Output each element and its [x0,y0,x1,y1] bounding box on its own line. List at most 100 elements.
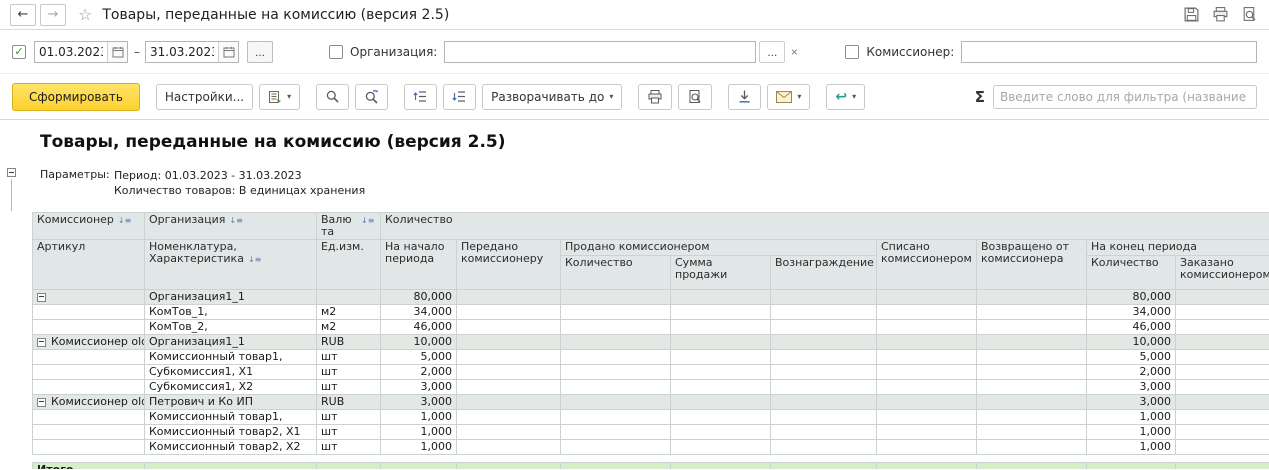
cell-transferred[interactable] [456,439,561,455]
expand-groups-button[interactable] [443,83,477,110]
cell-komissioner[interactable] [32,349,145,365]
cell-begin[interactable]: 1,000 [380,439,457,455]
cell-begin[interactable]: 1,000 [380,424,457,440]
cell-name[interactable]: Организация1_1 [144,289,317,305]
cell-writeoff[interactable] [876,439,977,455]
cell-sold_qty[interactable] [560,349,671,365]
cell-komissioner[interactable] [32,424,145,440]
cell-empty[interactable] [1086,462,1176,469]
report-variants-button[interactable]: ▾ [259,83,301,110]
cell-begin[interactable]: 3,000 [380,394,457,410]
cell-unit[interactable] [316,289,381,305]
cell-end_ordered[interactable] [1174,334,1269,350]
cell-sold_fee[interactable] [770,289,877,305]
col-header-sold-fee[interactable]: Вознаграждение [770,255,877,290]
cell-sold_sum[interactable] [670,379,771,395]
col-header-transferred[interactable]: Передано комиссионеру [456,239,561,290]
cell-transferred[interactable] [456,424,561,440]
cell-transferred[interactable] [456,289,561,305]
cell-writeoff[interactable] [876,304,977,320]
cell-unit[interactable]: шт [316,349,381,365]
cell-sold_qty[interactable] [560,289,671,305]
cell-writeoff[interactable] [876,289,977,305]
col-header-end-qty[interactable]: Количество [1086,255,1176,290]
col-header-returned[interactable]: Возвращено от комиссионера [976,239,1087,290]
cell-returned[interactable] [976,349,1087,365]
cell-returned[interactable] [976,424,1087,440]
cell-sold_sum[interactable] [670,334,771,350]
cell-begin[interactable]: 2,000 [380,364,457,380]
cell-name[interactable]: Петрович и Ко ИП [144,394,317,410]
expand-to-button[interactable]: Разворачивать до ▾ [482,83,623,110]
cell-end[interactable]: 3,000 [1086,394,1176,410]
cell-end_ordered[interactable] [1174,364,1269,380]
cell-name[interactable]: Комиссионный товар2, Х2 [144,439,317,455]
date-from-calendar-button[interactable] [107,41,127,62]
organization-select-button[interactable]: ... [759,40,786,63]
quick-filter-input[interactable] [993,84,1257,109]
cell-returned[interactable] [976,319,1087,335]
cell-writeoff[interactable] [876,349,977,365]
cell-end[interactable]: 5,000 [1086,349,1176,365]
cell-transferred[interactable] [456,379,561,395]
cell-komissioner[interactable] [32,439,145,455]
cell-returned[interactable] [976,304,1087,320]
cell-sold_sum[interactable] [670,319,771,335]
cell-transferred[interactable] [456,364,561,380]
cell-name[interactable]: КомТов_2, [144,319,317,335]
cell-sold_qty[interactable] [560,304,671,320]
cell-end[interactable]: 34,000 [1086,304,1176,320]
generate-button[interactable]: Сформировать [12,82,140,111]
share-link-button[interactable]: ↩ ▾ [826,83,866,110]
cell-name[interactable]: Комиссионный товар1, [144,349,317,365]
cell-returned[interactable] [976,379,1087,395]
cell-end[interactable]: 1,000 [1086,409,1176,425]
cell-sold_qty[interactable] [560,364,671,380]
col-header-organization[interactable]: Организация ↓≡ [144,212,317,240]
cell-sold_fee[interactable] [770,304,877,320]
item-row[interactable]: Комиссионный товар1, шт 5,000 5,000 [32,349,1269,365]
agent-checkbox[interactable] [845,44,860,59]
collapse-group-icon[interactable] [37,397,46,407]
cell-sold_qty[interactable] [560,334,671,350]
cell-name[interactable]: Субкомиссия1, Х2 [144,379,317,395]
cell-name[interactable]: КомТов_1, [144,304,317,320]
cell-sold_fee[interactable] [770,319,877,335]
cell-end_ordered[interactable] [1174,349,1269,365]
cell-end_ordered[interactable] [1174,289,1269,305]
cell-name[interactable]: Организация1_1 [144,334,317,350]
cell-sold_qty[interactable] [560,439,671,455]
forward-button[interactable]: → [40,3,66,26]
cell-begin[interactable]: 34,000 [380,304,457,320]
cell-empty[interactable] [770,462,877,469]
organization-input[interactable] [444,40,757,63]
cell-transferred[interactable] [456,409,561,425]
cell-sold_qty[interactable] [560,379,671,395]
item-row[interactable]: КомТов_1, м2 34,000 34,000 [32,304,1269,320]
cell-empty[interactable] [976,462,1087,469]
cell-komissioner[interactable] [32,319,145,335]
group-row[interactable]: Комиссионер old Организация1_1 RUB 10,000 10… [32,334,1269,350]
report-collapse-icon[interactable] [7,168,16,177]
cell-sold_qty[interactable] [560,394,671,410]
cell-empty[interactable] [670,462,771,469]
print-button[interactable] [638,83,673,110]
back-button[interactable]: ← [10,3,36,26]
item-row[interactable]: Комиссионный товар1, шт 1,000 1,000 [32,409,1269,425]
group-row[interactable]: Организация1_1 80,000 80,000 [32,289,1269,305]
cell-returned[interactable] [976,334,1087,350]
cell-empty[interactable] [316,462,381,469]
col-header-nomenclature[interactable]: Номенклатура, Характеристика ↓≡ [144,239,317,290]
cell-komissioner[interactable]: Комиссионер old [32,394,145,410]
cell-unit[interactable]: м2 [316,319,381,335]
organization-checkbox[interactable] [329,44,343,59]
cell-end_ordered[interactable] [1174,439,1269,455]
date-to-input[interactable] [146,41,218,62]
col-header-begin[interactable]: На начало периода [380,239,457,290]
item-row[interactable]: Субкомиссия1, Х1 шт 2,000 2,000 [32,364,1269,380]
col-header-end-group[interactable]: На конец периода [1085,239,1269,256]
col-header-sold-sum[interactable]: Сумма продажи [670,255,771,290]
cell-sold_sum[interactable] [670,439,771,455]
cell-writeoff[interactable] [876,364,977,380]
cell-empty[interactable] [380,462,457,469]
